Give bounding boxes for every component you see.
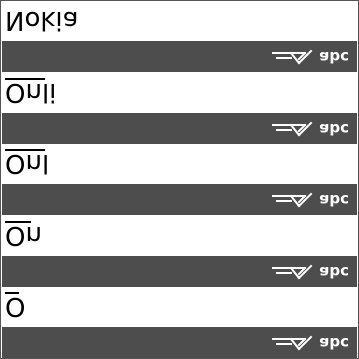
- status-bar-2: abc: [2, 113, 357, 144]
- input-mode-indicator-1: abc: [271, 47, 349, 67]
- pencil-icon: [272, 335, 313, 351]
- entry-row-2: Onli abc: [0, 72, 359, 144]
- entry-text-1[interactable]: Nokia: [5, 2, 79, 38]
- input-mode-label-5: abc: [319, 334, 349, 352]
- pencil-icon: [272, 121, 313, 137]
- input-mode-label-1: abc: [319, 48, 349, 66]
- status-bar-5: abc: [2, 327, 357, 358]
- text-cursor-2: [5, 78, 45, 80]
- input-mode-indicator-2: abc: [271, 119, 349, 139]
- text-cursor-3: [5, 149, 45, 151]
- input-mode-indicator-5: abc: [271, 333, 349, 353]
- entry-row-1: Nokia abc: [0, 0, 359, 72]
- entry-row-4: On abc: [0, 215, 359, 287]
- entry-row-5: O abc: [0, 286, 359, 358]
- input-mode-label-4: abc: [319, 263, 349, 281]
- text-cursor-5: [5, 292, 19, 294]
- pencil-icon: [272, 264, 313, 280]
- input-mode-label-2: abc: [319, 120, 349, 138]
- status-bar-4: abc: [2, 256, 357, 287]
- pencil-icon: [272, 192, 313, 208]
- input-mode-indicator-3: abc: [271, 190, 349, 210]
- pencil-icon: [272, 49, 313, 65]
- text-cursor-4: [5, 221, 31, 223]
- entry-row-3: Onl abc: [0, 143, 359, 215]
- status-bar-1: abc: [2, 41, 357, 72]
- status-bar-3: abc: [2, 184, 357, 215]
- input-mode-indicator-4: abc: [271, 262, 349, 282]
- input-mode-label-3: abc: [319, 191, 349, 209]
